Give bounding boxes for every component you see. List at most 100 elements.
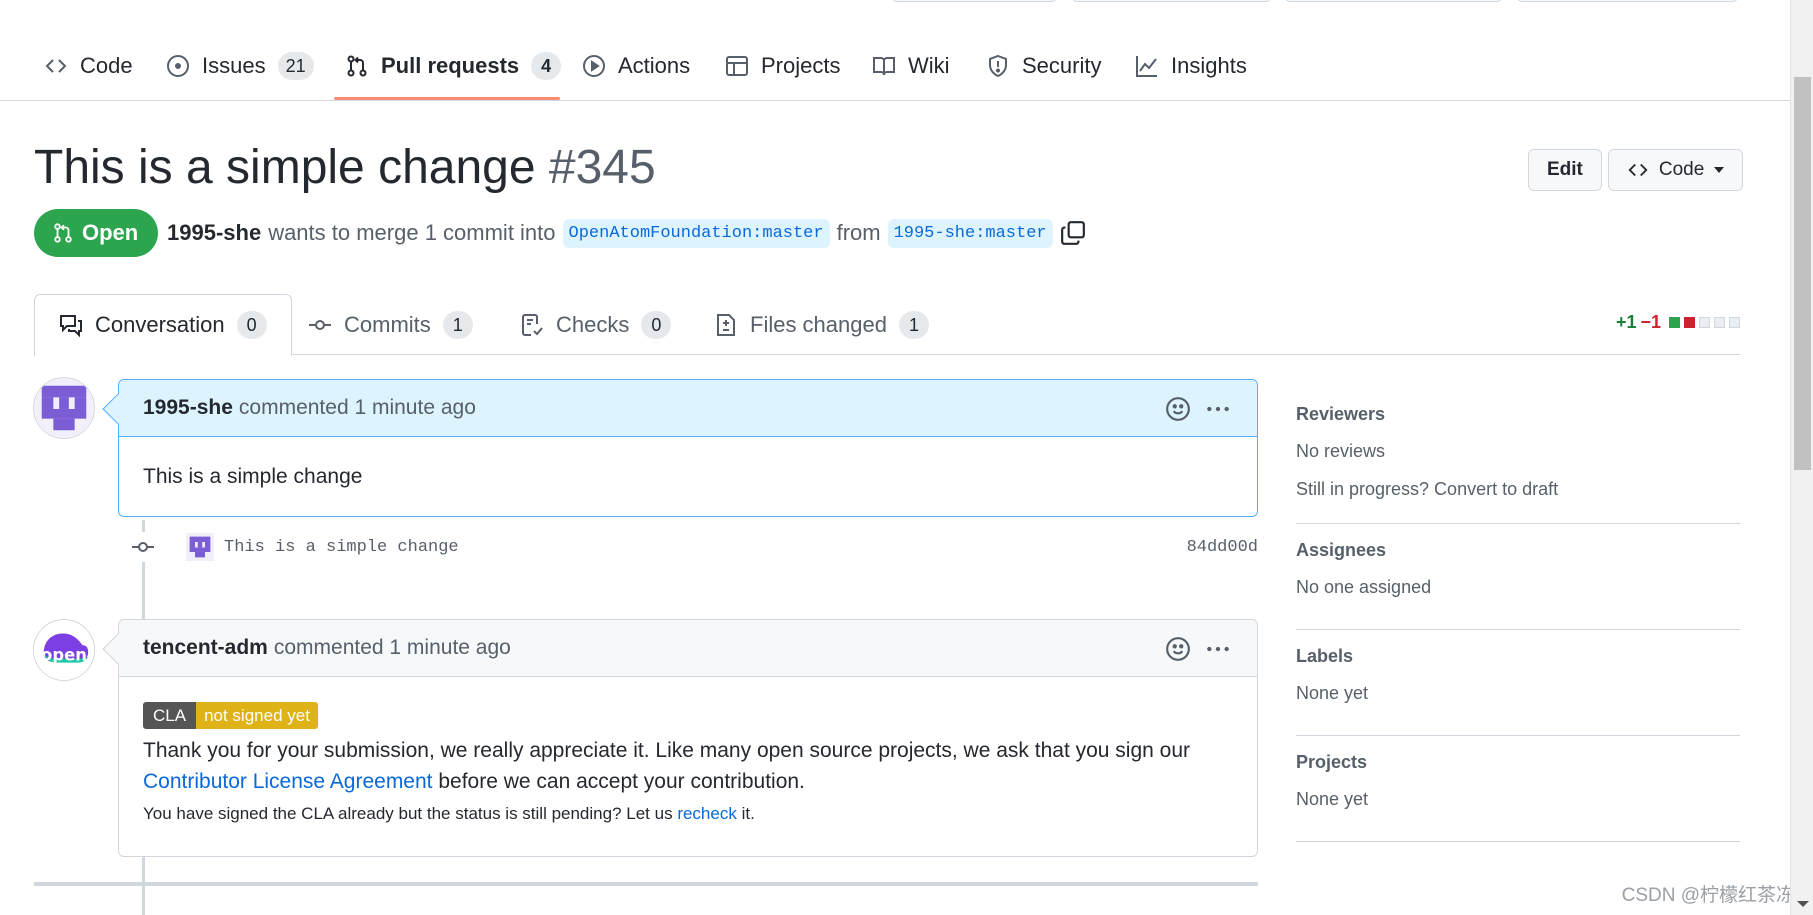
nav-projects-label: Projects bbox=[761, 53, 841, 78]
pr-title-text: This is a simple change bbox=[34, 141, 536, 194]
projects-heading[interactable]: Projects bbox=[1296, 752, 1740, 773]
nav-code-label: Code bbox=[80, 53, 133, 78]
sidebar-labels: Labels None yet bbox=[1296, 646, 1740, 736]
scrollbar-thumb[interactable] bbox=[1794, 77, 1811, 470]
comment-meta[interactable]: commented 1 minute ago bbox=[239, 396, 476, 420]
code-icon bbox=[1628, 163, 1648, 177]
tab-files-changed-label: Files changed bbox=[750, 311, 887, 337]
tab-files-changed[interactable]: Files changed 1 bbox=[690, 294, 953, 355]
files-changed-counter: 1 bbox=[898, 310, 929, 339]
pr-author-link[interactable]: 1995-she bbox=[167, 220, 261, 246]
comment-body: CLA not signed yet Thank you for your su… bbox=[119, 677, 1257, 851]
comment-author[interactable]: 1995-she bbox=[143, 396, 233, 420]
code-button-label: Code bbox=[1658, 159, 1705, 180]
nav-wiki-label: Wiki bbox=[908, 53, 950, 78]
labels-heading[interactable]: Labels bbox=[1296, 646, 1740, 667]
smiley-icon[interactable] bbox=[1165, 396, 1191, 422]
cla-status-badge[interactable]: CLA not signed yet bbox=[143, 702, 318, 729]
nav-pull-requests[interactable]: Pull requests 4 bbox=[345, 46, 562, 86]
nav-actions-label: Actions bbox=[618, 53, 691, 78]
graph-icon bbox=[1136, 56, 1157, 77]
kebab-horizontal-icon[interactable] bbox=[1205, 396, 1231, 422]
page-title: This is a simple change #345 bbox=[34, 140, 656, 195]
diffstat-block-neutral bbox=[1729, 317, 1740, 328]
diffstat-block-neutral bbox=[1699, 317, 1710, 328]
diffstat-block-deleted bbox=[1684, 317, 1695, 328]
commit-sha[interactable]: 84dd00d bbox=[1187, 538, 1258, 557]
assignees-text: No one assigned bbox=[1296, 577, 1432, 597]
from-text: from bbox=[836, 220, 881, 245]
checklist-icon bbox=[522, 313, 543, 336]
code-dropdown-button[interactable]: Code bbox=[1607, 149, 1744, 191]
nav-projects[interactable]: Projects bbox=[725, 46, 840, 86]
comment-note: You have signed the CLA already but the … bbox=[143, 801, 1233, 827]
scroll-down-arrow-icon[interactable] bbox=[1797, 901, 1809, 907]
tab-conversation[interactable]: Conversation 0 bbox=[34, 294, 292, 356]
avatar[interactable]: open bbox=[33, 619, 95, 681]
cla-badge-label: CLA bbox=[143, 702, 197, 729]
comment-discussion-icon bbox=[60, 315, 82, 337]
tab-conversation-label: Conversation bbox=[95, 312, 225, 337]
note-text: You have signed the CLA already but the … bbox=[143, 804, 673, 823]
comment-meta[interactable]: commented 1 minute ago bbox=[274, 636, 511, 660]
edit-button-label: Edit bbox=[1547, 159, 1583, 180]
smiley-icon[interactable] bbox=[1165, 636, 1191, 662]
edit-button[interactable]: Edit bbox=[1528, 149, 1602, 191]
comment-text: Thank you for your submission, we really… bbox=[143, 739, 1191, 762]
cla-link[interactable]: Contributor License Agreement bbox=[143, 770, 433, 793]
comment-header: tencent-adm commented 1 minute ago bbox=[119, 620, 1257, 677]
head-branch[interactable]: 1995-she:master bbox=[887, 218, 1053, 248]
cla-badge-status: not signed yet bbox=[196, 702, 318, 729]
conversation-counter: 0 bbox=[236, 311, 267, 339]
play-icon bbox=[583, 55, 605, 77]
pr-number: #345 bbox=[548, 141, 656, 194]
base-branch[interactable]: OpenAtomFoundation:master bbox=[562, 218, 830, 248]
pr-sidebar: Reviewers No reviews Still in progress? … bbox=[1296, 388, 1740, 858]
tab-checks-label: Checks bbox=[556, 311, 630, 337]
nav-actions[interactable]: Actions bbox=[582, 46, 690, 86]
kebab-horizontal-icon[interactable] bbox=[1205, 636, 1231, 662]
assignees-heading[interactable]: Assignees bbox=[1296, 540, 1740, 561]
state-badge-open: Open bbox=[34, 209, 159, 257]
comment-actions bbox=[1165, 396, 1231, 422]
header-actions: Edit Code bbox=[1528, 149, 1744, 191]
git-commit-icon bbox=[309, 319, 331, 330]
comment-header: 1995-she commented 1 minute ago bbox=[119, 380, 1257, 437]
comment-author[interactable]: tencent-adm bbox=[143, 636, 268, 660]
tencent-open-logo: open bbox=[34, 620, 94, 680]
tab-commits-label: Commits bbox=[344, 311, 431, 337]
pull-requests-counter: 4 bbox=[531, 52, 562, 80]
copy-icon[interactable] bbox=[1060, 220, 1086, 246]
avatar[interactable] bbox=[33, 377, 95, 439]
nav-code[interactable]: Code bbox=[44, 46, 133, 86]
diffstat: +1 −1 bbox=[1616, 312, 1740, 333]
diffstat-block-added bbox=[1669, 317, 1680, 328]
sidebar-projects: Projects None yet bbox=[1296, 752, 1740, 842]
convert-to-draft-link[interactable]: Still in progress? Convert to draft bbox=[1296, 477, 1740, 501]
nav-insights-label: Insights bbox=[1171, 53, 1247, 78]
nav-issues[interactable]: Issues 21 bbox=[166, 46, 314, 86]
commit-message[interactable]: This is a simple change bbox=[224, 538, 459, 557]
file-diff-icon bbox=[717, 313, 735, 336]
nav-security[interactable]: Security bbox=[986, 46, 1101, 86]
shield-icon bbox=[989, 54, 1007, 78]
merge-info: 1995-she wants to merge 1 commit into Op… bbox=[167, 215, 1086, 251]
tab-checks[interactable]: Checks 0 bbox=[496, 294, 695, 355]
nav-pull-requests-label: Pull requests bbox=[381, 53, 520, 78]
commit-author-avatar[interactable] bbox=[186, 533, 214, 561]
commits-counter: 1 bbox=[442, 310, 473, 339]
watermark: CSDN @柠檬红茶冻 bbox=[1621, 885, 1795, 906]
note-end: it. bbox=[741, 804, 755, 823]
code-icon bbox=[45, 59, 67, 73]
repo-nav: Code Issues 21 Pull requests 4 Actions P… bbox=[0, 0, 1790, 101]
book-icon bbox=[873, 57, 895, 76]
sidebar-assignees: Assignees No one assigned bbox=[1296, 540, 1740, 630]
nav-wiki[interactable]: Wiki bbox=[872, 46, 950, 86]
reviewers-heading[interactable]: Reviewers bbox=[1296, 404, 1740, 425]
nav-selected-underline bbox=[334, 97, 560, 100]
tab-commits[interactable]: Commits 1 bbox=[284, 294, 497, 355]
git-pull-request-icon bbox=[54, 223, 72, 243]
recheck-link[interactable]: recheck bbox=[677, 804, 737, 823]
scrollbar[interactable] bbox=[1790, 0, 1813, 915]
nav-insights[interactable]: Insights bbox=[1135, 46, 1247, 86]
